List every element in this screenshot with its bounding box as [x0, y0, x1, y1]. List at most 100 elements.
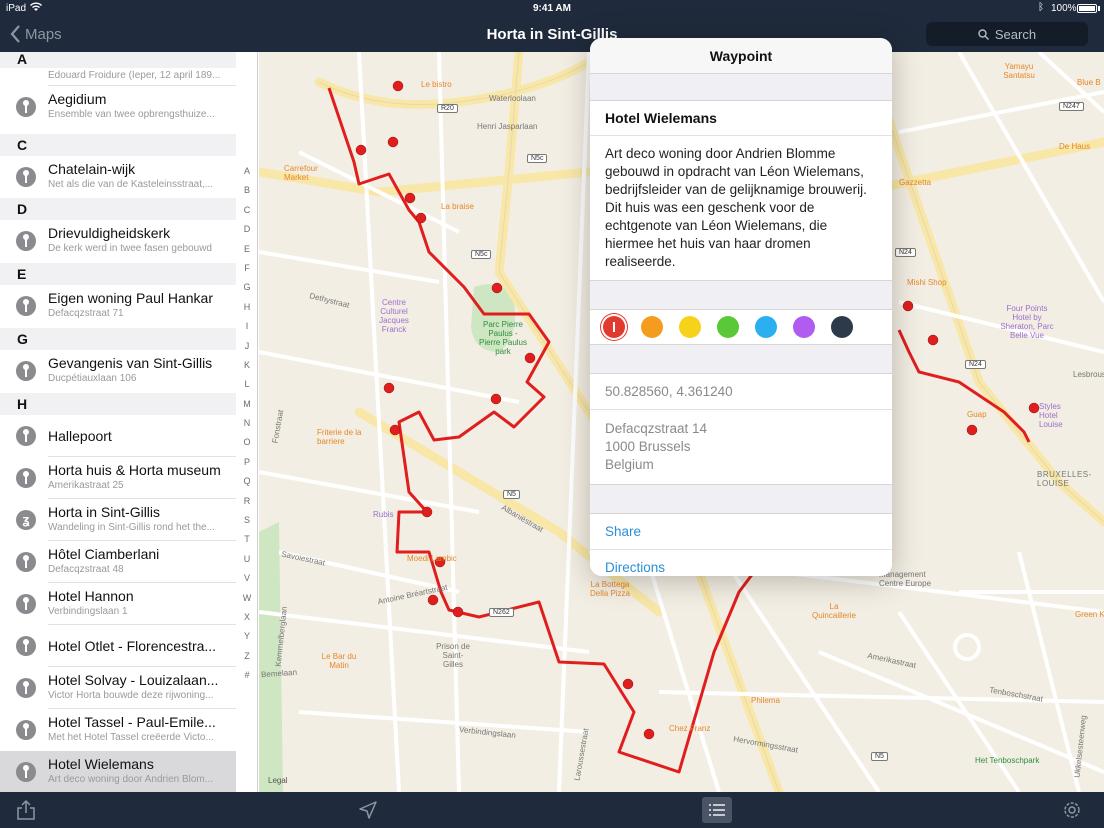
index-letter[interactable]: #: [238, 666, 256, 685]
top-bar: iPad 9:41 AM ᛒ 100% Maps Horta in Sint-G…: [0, 0, 1104, 52]
poi-la-braise[interactable]: La braise: [441, 202, 474, 211]
list-item-title: Hotel Hannon: [48, 588, 134, 604]
poi-le-bistro[interactable]: Le bistro: [421, 80, 452, 89]
list-item-gevangenis[interactable]: Gevangenis van Sint-Gillis Ducpétiauxlaa…: [0, 350, 236, 392]
poi-green-k[interactable]: Green K: [1075, 610, 1104, 619]
index-letter[interactable]: M: [238, 395, 256, 414]
poi-gazzetta[interactable]: Gazzetta: [899, 178, 931, 187]
poi-het-tenbosch[interactable]: Het Tenboschpark: [975, 756, 1039, 765]
list-item-drievuldigheidskerk[interactable]: Drievuldigheidskerk De kerk werd in twee…: [0, 220, 236, 262]
section-header-d: D: [0, 198, 236, 220]
poi-chez-franz[interactable]: Chez Franz: [669, 724, 710, 733]
waypoint-info-section: Hotel Wielemans Art deco woning door And…: [590, 100, 892, 281]
index-letter[interactable]: X: [238, 608, 256, 627]
poi-styles-hotel[interactable]: Styles Hotel Louise: [1039, 402, 1079, 429]
waypoint-name[interactable]: Hotel Wielemans: [590, 101, 892, 136]
poi-carrefour[interactable]: Carrefour Market: [284, 164, 324, 182]
index-letter[interactable]: T: [238, 530, 256, 549]
battery-tip: [1098, 6, 1100, 11]
poi-centre-culturel[interactable]: Centre Culturel Jacques Franck: [369, 298, 419, 334]
list-item-hotel-tassel[interactable]: Hotel Tassel - Paul-Emile... Met het Hot…: [0, 709, 236, 751]
pin-icon: [16, 636, 36, 656]
index-letter[interactable]: F: [238, 259, 256, 278]
list-item-partial[interactable]: Edouard Froidure (Ieper, 12 april 189...: [0, 52, 236, 86]
list-item-title: Hotel Tassel - Paul-Emile...: [48, 714, 216, 730]
index-letter[interactable]: I: [238, 317, 256, 336]
poi-mishi-shop[interactable]: Mishi Shop: [907, 278, 947, 287]
index-letter[interactable]: N: [238, 414, 256, 433]
poi-le-bar[interactable]: Le Bar du Matin: [319, 652, 359, 670]
coordinates: 50.828560, 4.361240: [590, 374, 892, 410]
legal-link[interactable]: Legal: [268, 776, 288, 785]
index-letter[interactable]: Q: [238, 472, 256, 491]
index-letter[interactable]: L: [238, 375, 256, 394]
color-swatch[interactable]: [793, 316, 815, 338]
poi-philema[interactable]: Philema: [751, 696, 780, 705]
index-letter[interactable]: E: [238, 240, 256, 259]
poi-prison[interactable]: Prison de Saint-Gilles: [433, 642, 473, 669]
share-button[interactable]: Share: [590, 514, 892, 550]
poi-four-points[interactable]: Four Points Hotel by Sheraton, Parc Bell…: [999, 304, 1055, 340]
poi-blue-b[interactable]: Blue B: [1077, 78, 1101, 87]
poi-la-bottega[interactable]: La Bottega Della Pizza: [581, 580, 639, 598]
index-letter[interactable]: R: [238, 492, 256, 511]
directions-button[interactable]: Directions: [590, 550, 892, 576]
pin-icon: [16, 594, 36, 614]
list-item-chatelain[interactable]: Chatelain-wijk Net als die van de Kastel…: [0, 156, 236, 198]
index-letter[interactable]: Z: [238, 647, 256, 666]
poi-de-haus[interactable]: De Haus: [1059, 142, 1090, 151]
search-field[interactable]: Search: [926, 22, 1088, 46]
list-item-horta-in-sint-gillis[interactable]: ʓ Horta in Sint-Gillis Wandeling in Sint…: [0, 499, 236, 541]
list-item-hotel-ciamberlani[interactable]: Hôtel Ciamberlani Defacqzstraat 48: [0, 541, 236, 583]
index-letter[interactable]: V: [238, 569, 256, 588]
places-list[interactable]: A Edouard Froidure (Ieper, 12 april 189.…: [0, 52, 258, 792]
list-toggle-button[interactable]: [702, 797, 732, 823]
list-item-hotel-wielemans[interactable]: Hotel Wielemans Art deco woning door And…: [0, 751, 236, 792]
poi-la-quincaillerie[interactable]: La Quincaillerie: [809, 602, 859, 620]
index-letter[interactable]: P: [238, 453, 256, 472]
list-item-horta-huis[interactable]: Horta huis & Horta museum Amerikastraat …: [0, 457, 236, 499]
index-letter[interactable]: A: [238, 162, 256, 181]
poi-yamayu[interactable]: Yamayu Santatsu: [999, 62, 1039, 80]
list-item-hotel-otlet[interactable]: Hotel Otlet - Florencestra...: [0, 625, 236, 667]
index-letter[interactable]: K: [238, 356, 256, 375]
index-letter[interactable]: D: [238, 220, 256, 239]
pin-icon: [16, 296, 36, 316]
index-letter[interactable]: G: [238, 278, 256, 297]
pin-icon: [16, 762, 36, 782]
index-letter[interactable]: O: [238, 433, 256, 452]
index-letter[interactable]: S: [238, 511, 256, 530]
color-swatch[interactable]: [755, 316, 777, 338]
poi-moedi[interactable]: Moedi Lambic: [407, 554, 457, 563]
address-line: Belgium: [605, 457, 654, 472]
color-swatch[interactable]: [679, 316, 701, 338]
list-item-hallepoort[interactable]: Hallepoort: [0, 415, 236, 457]
pin-icon: [16, 426, 36, 446]
index-letter[interactable]: B: [238, 181, 256, 200]
color-swatch[interactable]: [641, 316, 663, 338]
color-swatch[interactable]: [717, 316, 739, 338]
poi-parc[interactable]: Parc Pierre Paulus - Pierre Paulus park: [477, 320, 529, 356]
list-item-hotel-solvay[interactable]: Hotel Solvay - Louizalaan... Victor Hort…: [0, 667, 236, 709]
index-letter[interactable]: H: [238, 298, 256, 317]
poi-rubis[interactable]: Rubis: [373, 510, 393, 519]
section-index[interactable]: A B C D E F G H I J K L M N O P Q R S T U V W X Y Z #: [238, 162, 256, 686]
share-icon[interactable]: [14, 799, 38, 821]
poi-guap[interactable]: Guap: [967, 410, 987, 419]
index-letter[interactable]: U: [238, 550, 256, 569]
poi-friterie[interactable]: Friterie de la barriere: [317, 428, 365, 446]
color-swatch[interactable]: [603, 316, 625, 338]
waypoint-description[interactable]: Art deco woning door Andrien Blomme gebo…: [590, 136, 892, 280]
list-item-eigen-woning[interactable]: Eigen woning Paul Hankar Defacqzstraat 7…: [0, 285, 236, 327]
color-picker[interactable]: [590, 309, 892, 345]
list-item-hotel-hannon[interactable]: Hotel Hannon Verbindingslaan 1: [0, 583, 236, 625]
list-item-aegidium[interactable]: Aegidium Ensemble van twee opbrengsthuiz…: [0, 86, 236, 128]
index-letter[interactable]: J: [238, 337, 256, 356]
index-letter[interactable]: Y: [238, 627, 256, 646]
gear-icon[interactable]: [1060, 799, 1084, 821]
location-arrow-icon[interactable]: [356, 799, 380, 821]
index-letter[interactable]: W: [238, 589, 256, 608]
color-swatch[interactable]: [831, 316, 853, 338]
index-letter[interactable]: C: [238, 201, 256, 220]
location-section: 50.828560, 4.361240 Defacqzstraat 14 100…: [590, 373, 892, 485]
